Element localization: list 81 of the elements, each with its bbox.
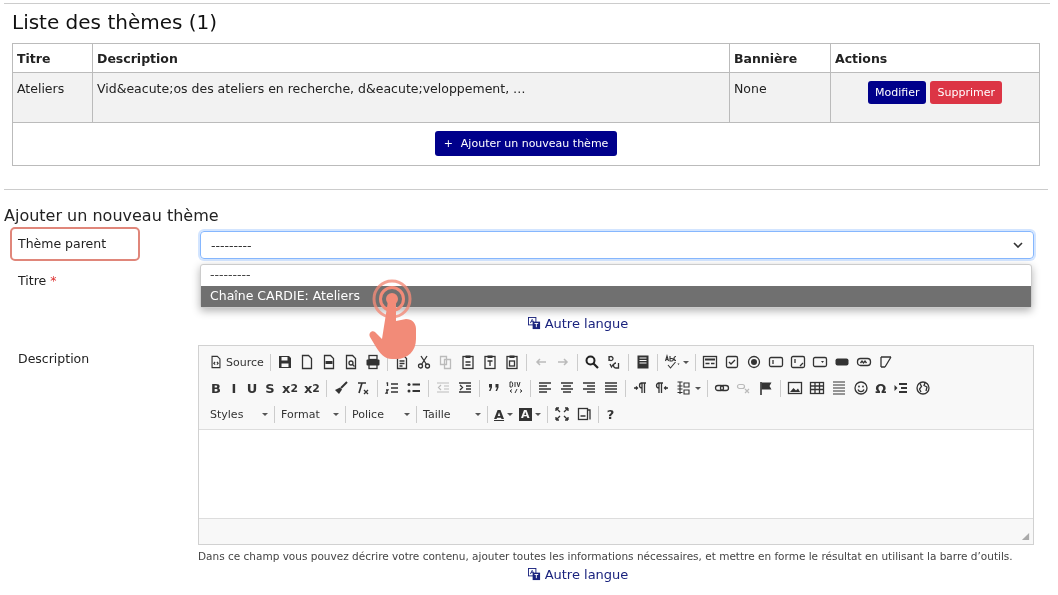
- caret-icon: [534, 412, 541, 416]
- paste-word-icon[interactable]: [503, 354, 520, 370]
- toolbar-dropdown[interactable]: Police: [349, 403, 413, 425]
- toolbar-button[interactable]: I: [225, 377, 243, 399]
- spellcheck-icon[interactable]: [663, 354, 680, 370]
- print-icon[interactable]: [364, 354, 381, 370]
- translate-icon: [527, 568, 541, 581]
- toolbar-button[interactable]: ?: [601, 403, 620, 425]
- form-title: Ajouter un nouveau thème: [4, 206, 220, 225]
- column-header: Description: [92, 43, 730, 73]
- field-label: Description: [17, 350, 91, 366]
- table-cell: Vid&eacute;os des ateliers en recherche, d&eacute;veloppement, …: [92, 72, 730, 123]
- caret-icon: [262, 412, 268, 416]
- toolbar-button[interactable]: Ω: [871, 377, 890, 399]
- align-left-icon[interactable]: [536, 380, 553, 396]
- align-right-icon[interactable]: [580, 380, 597, 396]
- column-header: Titre: [12, 43, 93, 73]
- field-label: Thème parent: [10, 227, 140, 261]
- right-to-left-icon[interactable]: [653, 380, 670, 396]
- dropdown-option[interactable]: Chaîne CARDIE: Ateliers: [201, 286, 1031, 307]
- align-center-icon[interactable]: [558, 380, 575, 396]
- toolbar-button[interactable]: S: [261, 377, 279, 399]
- search-icon[interactable]: [583, 354, 600, 370]
- toolbar-dropdown[interactable]: Format: [278, 403, 342, 425]
- help-text: Dans ce champ vous pouvez décrire votre contenu, ajouter toutes les informations nécessaires, et mettre en forme le résultat en utilisant la barre d’outils.: [198, 550, 1014, 562]
- page-break-icon[interactable]: [892, 380, 909, 396]
- caret-icon: [507, 412, 514, 416]
- table-icon[interactable]: [808, 380, 825, 396]
- language-icon[interactable]: [675, 380, 692, 396]
- show-blocks-icon[interactable]: [575, 406, 592, 422]
- form-icon[interactable]: [701, 354, 718, 370]
- left-to-right-icon[interactable]: [631, 380, 648, 396]
- pointing-hand-icon: [368, 279, 418, 361]
- table-cell: Ateliers: [12, 72, 93, 123]
- column-header: Bannière: [729, 43, 831, 73]
- globe-icon[interactable]: [914, 380, 931, 396]
- field-label: Titre *: [17, 272, 58, 288]
- caret-icon: [475, 412, 481, 416]
- edit-button[interactable]: Modifier: [868, 81, 927, 104]
- column-header: Actions: [830, 43, 1040, 73]
- image-icon[interactable]: [786, 380, 803, 396]
- scissors-icon[interactable]: [415, 354, 432, 370]
- toolbar-button[interactable]: U: [243, 377, 261, 399]
- caret-icon: [682, 360, 689, 364]
- page-title: Liste des thèmes (1): [12, 10, 219, 34]
- text-color-button[interactable]: A: [491, 403, 517, 425]
- other-language-link[interactable]: Autre langue: [527, 316, 629, 331]
- paste-icon[interactable]: [459, 354, 476, 370]
- flag-icon[interactable]: [757, 380, 774, 396]
- checkbox-icon[interactable]: [723, 354, 740, 370]
- indent-icon[interactable]: [456, 380, 473, 396]
- add-theme-button[interactable]: + Ajouter un nouveau thème: [434, 131, 618, 156]
- horizontal-rule-icon[interactable]: [830, 380, 847, 396]
- code-document-icon: [209, 355, 223, 369]
- maximize-icon[interactable]: [553, 406, 570, 422]
- caret-icon: [694, 386, 701, 390]
- delete-button[interactable]: Supprimer: [930, 81, 1002, 104]
- toolbar-button[interactable]: B: [207, 377, 225, 399]
- dropdown-field-icon[interactable]: [811, 354, 828, 370]
- paste-text-icon[interactable]: [481, 354, 498, 370]
- div-container-icon[interactable]: [507, 380, 524, 396]
- numbered-list-icon[interactable]: [383, 380, 400, 396]
- dropdown-option[interactable]: ---------: [201, 265, 1031, 286]
- toolbar-dropdown[interactable]: Styles: [207, 403, 271, 425]
- justify-icon[interactable]: [602, 380, 619, 396]
- text-field-icon[interactable]: [767, 354, 784, 370]
- radio-button-icon[interactable]: [745, 354, 762, 370]
- other-language-link[interactable]: Autre langue: [527, 567, 629, 582]
- source-button[interactable]: Source: [207, 351, 267, 373]
- smiley-icon[interactable]: [852, 380, 869, 396]
- table-cell: None: [729, 72, 831, 123]
- background-color-button[interactable]: A: [516, 403, 544, 425]
- caret-icon: [404, 412, 410, 416]
- translate-icon: [527, 317, 541, 330]
- resize-handle-icon[interactable]: [1021, 532, 1030, 541]
- caret-icon: [333, 412, 339, 416]
- save-icon[interactable]: [276, 354, 293, 370]
- text-area-icon[interactable]: [789, 354, 806, 370]
- toolbar-dropdown[interactable]: Taille: [420, 403, 484, 425]
- select-field[interactable]: ---------: [200, 231, 1034, 259]
- chevron-down-icon: [1013, 242, 1023, 248]
